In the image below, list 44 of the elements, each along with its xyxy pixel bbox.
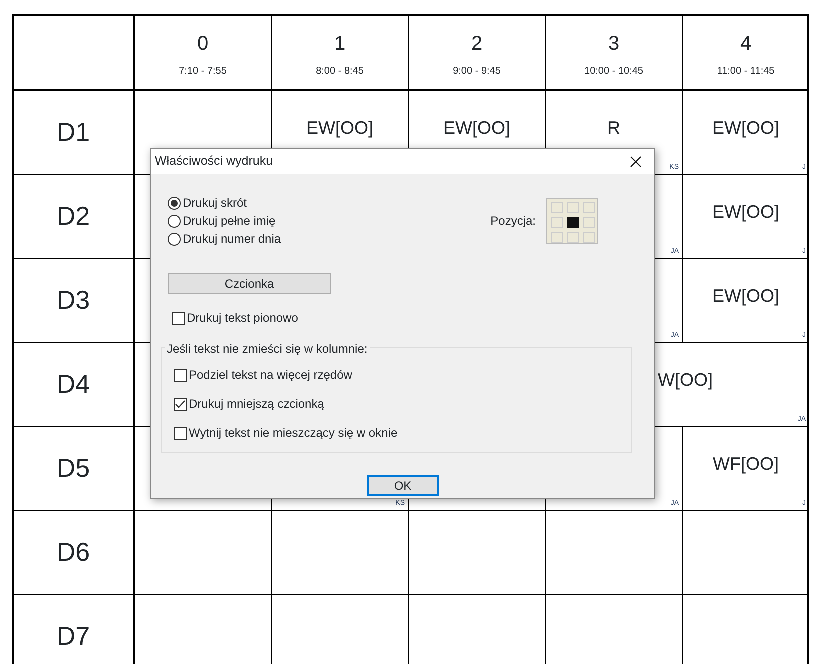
period-number: 0 bbox=[197, 34, 209, 54]
radio-label: Drukuj numer dnia bbox=[183, 231, 282, 248]
subject-text: WF[OO] bbox=[713, 453, 779, 476]
radio-button[interactable] bbox=[168, 232, 181, 246]
period-number: 2 bbox=[471, 34, 483, 54]
day-label: D2 bbox=[56, 200, 90, 233]
checkbox[interactable] bbox=[172, 312, 185, 324]
checkbox[interactable] bbox=[174, 368, 187, 382]
day-label: D7 bbox=[56, 620, 90, 653]
period-time: 8:00 - 8:45 bbox=[316, 65, 364, 79]
radio-label: Drukuj skrót bbox=[183, 195, 248, 212]
subject-text: R bbox=[608, 117, 620, 140]
radio-button[interactable] bbox=[168, 196, 181, 210]
period-time: 11:00 - 11:45 bbox=[717, 65, 775, 79]
dialog-title: Właściwości wydruku bbox=[155, 153, 274, 170]
subject-text: EW[OO] bbox=[712, 285, 780, 308]
day-label: D6 bbox=[56, 536, 90, 569]
checkbox-label: Drukuj tekst pionowo bbox=[187, 310, 298, 327]
position-cell[interactable] bbox=[567, 217, 579, 228]
checkbox[interactable] bbox=[174, 426, 187, 440]
font-button[interactable]: Czcionka bbox=[168, 273, 331, 294]
day-label: D5 bbox=[56, 452, 90, 485]
subject-text: EW[OO] bbox=[712, 117, 780, 140]
position-label: Pozycja: bbox=[490, 213, 536, 230]
day-label: D1 bbox=[56, 116, 90, 149]
radio-label: Drukuj pełne imię bbox=[183, 213, 276, 230]
period-number: 4 bbox=[740, 34, 752, 54]
period-time: 10:00 - 10:45 bbox=[584, 65, 644, 79]
ok-button[interactable]: OK bbox=[367, 475, 439, 496]
subject-text: EW[OO] bbox=[712, 201, 780, 224]
period-number: 1 bbox=[334, 34, 346, 54]
checkbox-label: Podziel tekst na więcej rzędów bbox=[189, 367, 352, 384]
checkbox-label: Drukuj mniejszą czcionką bbox=[189, 396, 324, 413]
subject-text: W[OO] bbox=[658, 369, 713, 392]
period-number: 3 bbox=[608, 34, 620, 54]
checkbox[interactable] bbox=[174, 398, 187, 410]
radio-button[interactable] bbox=[168, 214, 181, 228]
day-label: D4 bbox=[56, 368, 90, 401]
checkbox-label: Wytnij tekst nie mieszczący się w oknie bbox=[189, 425, 398, 442]
period-time: 7:10 - 7:55 bbox=[179, 65, 227, 79]
subject-text: EW[OO] bbox=[444, 117, 510, 140]
day-label: D3 bbox=[56, 284, 90, 317]
period-time: 9:00 - 9:45 bbox=[453, 65, 501, 79]
subject-text: EW[OO] bbox=[306, 117, 374, 140]
